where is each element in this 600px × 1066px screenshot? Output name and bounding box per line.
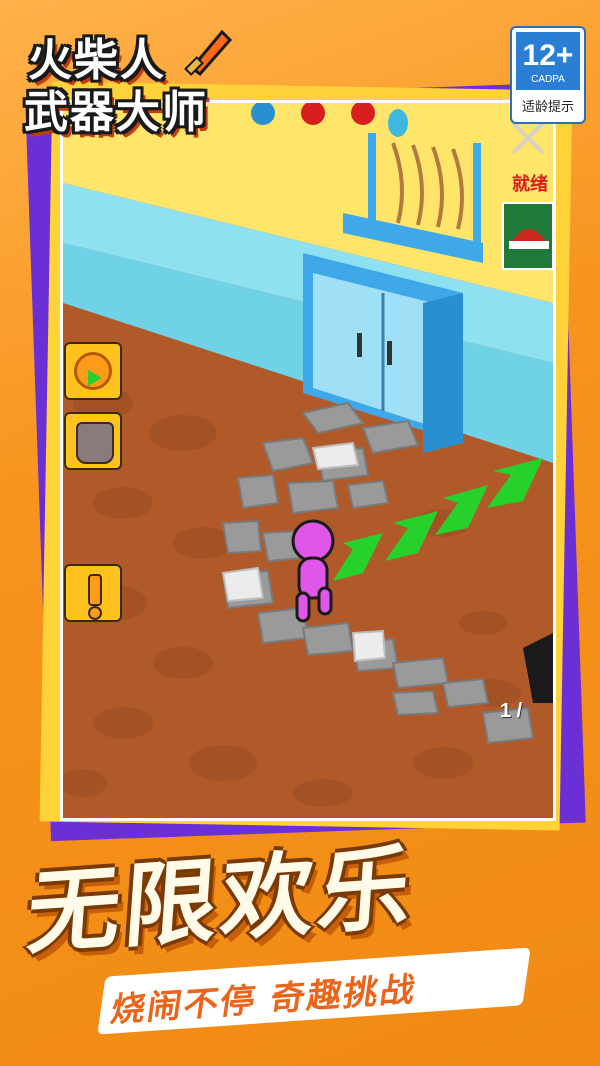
game-screen [60,100,556,821]
age-rating-hint: 适龄提示 [521,100,574,115]
hat-brim [509,241,549,249]
alert-button[interactable] [64,564,122,622]
alert-icon [88,574,102,606]
logo-line-2: 武器大师 [24,87,208,138]
age-rating-badge: 12+ CADPA 适龄提示 [510,26,586,124]
armor-icon [76,422,114,464]
game-scene [63,103,553,818]
game-logo: 火柴人 武器大师 [14,14,244,138]
counter-text: 1 / [500,700,523,722]
alert-dot [88,606,102,620]
fast-forward-icon [88,370,102,386]
ready-label: 就绪 [512,174,548,195]
age-rating-org: CADPA [531,74,565,85]
sword-icon [184,29,233,77]
speed-boost-button[interactable] [64,342,122,400]
armor-button[interactable] [64,412,122,470]
